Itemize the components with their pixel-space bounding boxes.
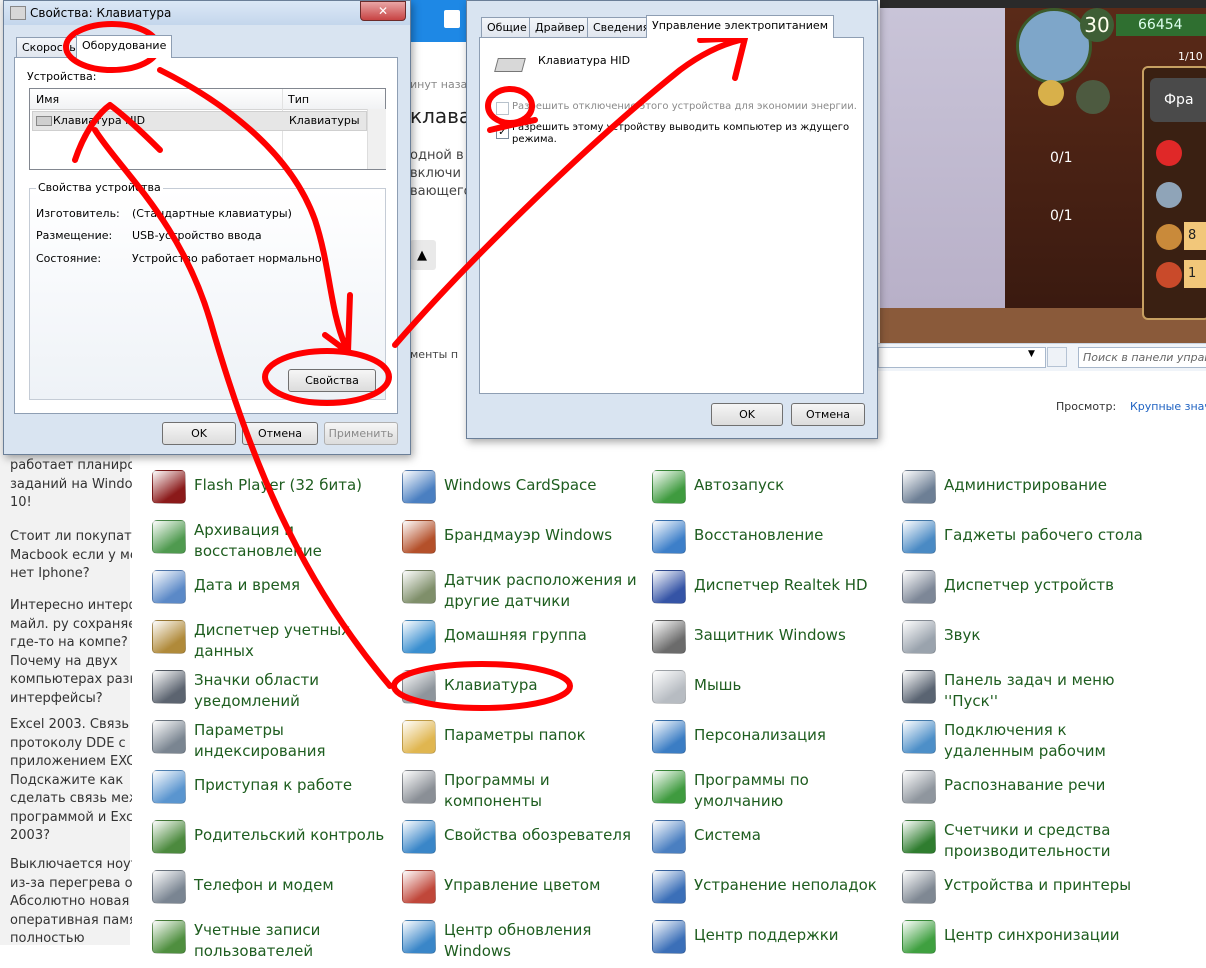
annotation-circle-checkbox	[485, 86, 535, 126]
annotation-circle-keyboard	[391, 661, 573, 711]
annotation-circle-properties	[262, 348, 392, 406]
annotation-arrowhead-up	[72, 102, 163, 163]
red-annotations	[63, 21, 748, 711]
tab-hardware[interactable]: Оборудование	[76, 35, 173, 58]
annotation-line-hardware-to-properties	[157, 67, 348, 348]
annotation-line-keyboard	[92, 127, 393, 689]
annotation-line-to-power-tab	[392, 37, 743, 348]
tab-power-management[interactable]: Управление электропитанием	[646, 15, 834, 38]
